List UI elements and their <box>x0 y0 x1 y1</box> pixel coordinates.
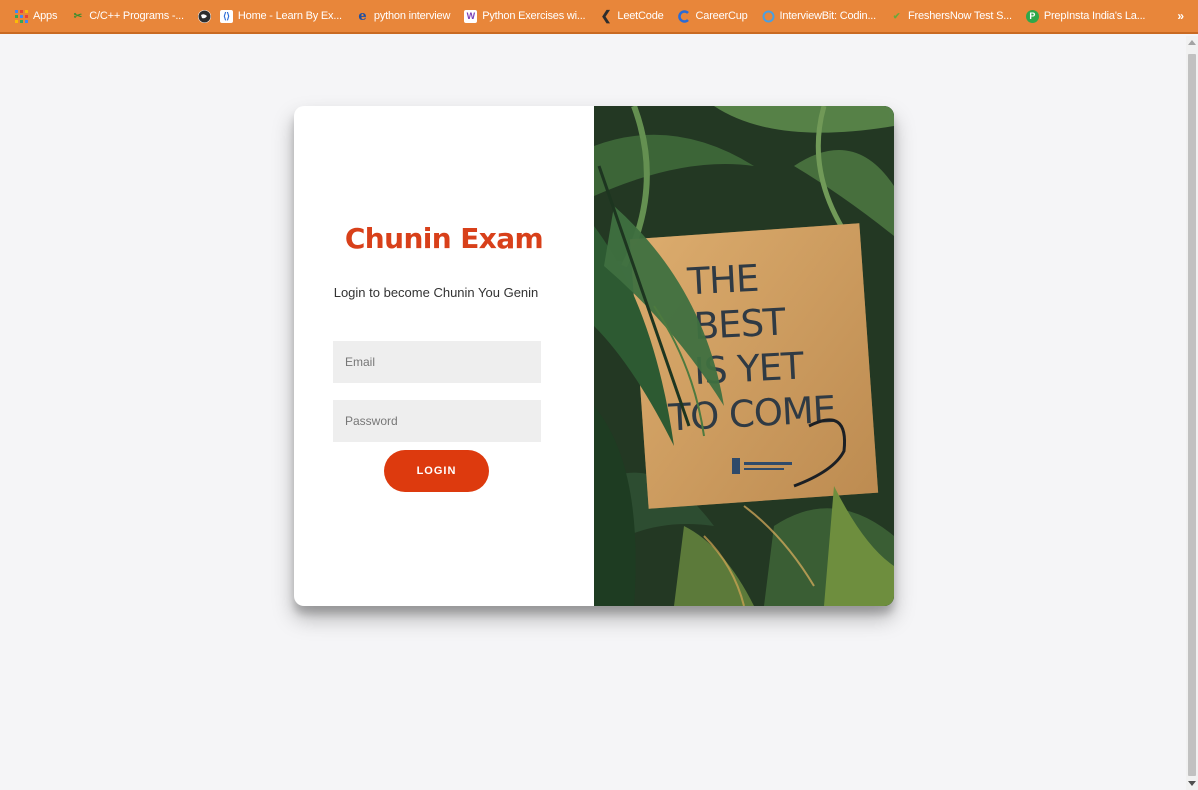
careercup-icon <box>677 9 691 23</box>
bookmark-label: FreshersNow Test S... <box>908 10 1012 22</box>
bookmark-label: CareerCup <box>695 10 748 22</box>
scrollbar-thumb[interactable] <box>1188 54 1196 776</box>
motivational-image: THE BEST IS YET TO COME <box>594 106 894 606</box>
leetcode-icon: ❮ <box>600 8 612 23</box>
bookmark-python-interview[interactable]: e python interview <box>349 8 457 24</box>
interviewbit-icon <box>762 10 775 23</box>
sign-line: TO COME <box>666 388 836 440</box>
login-button[interactable]: LOGIN <box>384 450 489 492</box>
page-scrollbar[interactable] <box>1186 36 1198 790</box>
login-subtitle: Login to become Chunin You Genin <box>333 285 539 300</box>
scroll-up-icon[interactable] <box>1188 40 1196 45</box>
palm-sign-illustration: THE BEST IS YET TO COME <box>594 106 894 606</box>
bookmark-apps[interactable]: Apps <box>8 9 64 23</box>
bookmark-freshersnow[interactable]: ✔ FreshersNow Test S... <box>883 10 1019 23</box>
email-field[interactable] <box>333 341 541 383</box>
w3resource-icon: W <box>464 9 478 23</box>
sign-line: THE <box>685 257 759 304</box>
bookmark-label: Home - Learn By Ex... <box>237 10 342 22</box>
login-card: Chunin Exam Login to become Chunin You G… <box>294 106 894 606</box>
bookmark-label: InterviewBit: Codin... <box>779 10 877 22</box>
bookmark-label: LeetCode <box>617 10 664 22</box>
apps-grid-icon <box>15 9 28 23</box>
bookmark-leetcode[interactable]: ❮ LeetCode <box>592 8 670 23</box>
login-form-panel: Chunin Exam Login to become Chunin You G… <box>294 106 594 606</box>
bookmark-careercup[interactable]: CareerCup <box>671 9 755 23</box>
password-field[interactable] <box>333 400 541 442</box>
cpp-programs-icon: ✂ <box>73 10 82 22</box>
bookmark-globe[interactable] <box>191 9 213 23</box>
learn-by-example-icon: ⟨⟩ <box>219 9 233 23</box>
more-bookmarks-icon[interactable]: » <box>1177 9 1184 23</box>
bookmarks-bar: Apps ✂ C/C++ Programs -... ⟨⟩ Home - Lea… <box>0 0 1198 34</box>
globe-icon <box>197 9 211 23</box>
bookmark-label: Python Exercises wi... <box>482 10 586 22</box>
bookmark-python-exercises[interactable]: W Python Exercises wi... <box>457 9 592 23</box>
bookmark-label: python interview <box>373 10 451 22</box>
bookmark-prepinsta[interactable]: P PrepInsta India's La... <box>1019 9 1152 23</box>
prepinsta-icon: P <box>1025 9 1039 23</box>
bookmark-label: PrepInsta India's La... <box>1043 10 1146 22</box>
bookmark-label: C/C++ Programs -... <box>89 10 184 22</box>
freshersnow-icon: ✔ <box>892 10 901 21</box>
bookmark-interviewbit[interactable]: InterviewBit: Codin... <box>755 10 883 23</box>
bookmark-learn-by-example[interactable]: ⟨⟩ Home - Learn By Ex... <box>213 9 349 23</box>
bookmark-label: Apps <box>33 10 58 22</box>
edureka-icon: e <box>358 8 367 24</box>
page-title: Chunin Exam <box>344 222 544 255</box>
scroll-down-icon[interactable] <box>1188 781 1196 786</box>
bookmark-cpp-programs[interactable]: ✂ C/C++ Programs -... <box>64 10 191 23</box>
